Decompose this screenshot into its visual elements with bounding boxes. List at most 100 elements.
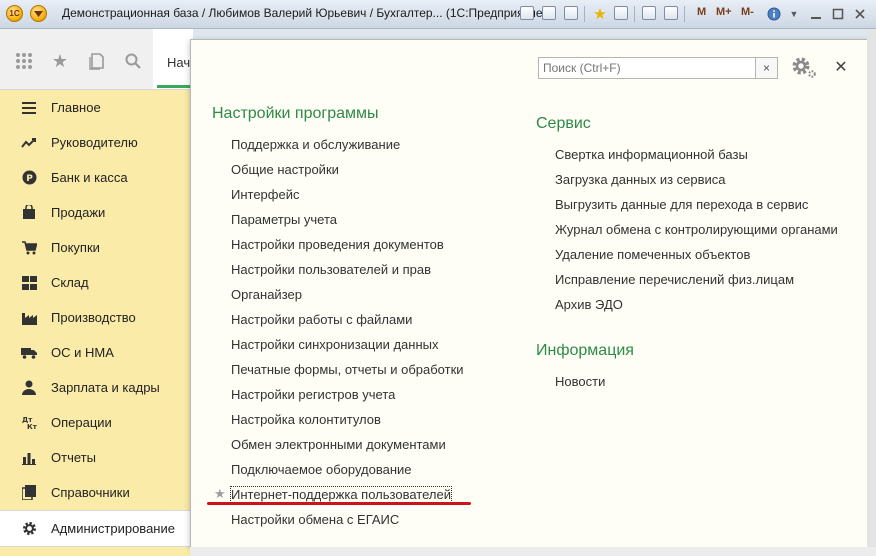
- books-icon: [21, 485, 37, 501]
- link-delete-marked[interactable]: Удаление помеченных объектов: [555, 247, 750, 262]
- section-title-info: Информация: [536, 342, 634, 359]
- sidebar-item-reports[interactable]: Отчеты: [0, 440, 190, 475]
- close-panel-icon[interactable]: ✕: [831, 57, 851, 77]
- sidebar-item-operations[interactable]: Дт Кт Операции: [0, 405, 190, 440]
- link-interface[interactable]: Интерфейс: [231, 187, 299, 202]
- link-news[interactable]: Новости: [555, 374, 605, 389]
- window-edge: [867, 29, 876, 549]
- sidebar-item-warehouse[interactable]: Склад: [0, 265, 190, 300]
- sidebar-item-label: Отчеты: [51, 450, 96, 465]
- link-sync-settings[interactable]: Настройки синхронизации данных: [231, 337, 439, 352]
- maximize-icon[interactable]: [830, 5, 846, 22]
- preview-icon[interactable]: [564, 6, 578, 20]
- cart-icon: [21, 240, 37, 256]
- memory-button[interactable]: M: [697, 6, 706, 18]
- link-egais-exchange[interactable]: Настройки обмена с ЕГАИС: [231, 512, 399, 527]
- shopping-bag-icon: [21, 205, 37, 221]
- memory-plus-button[interactable]: M+: [716, 6, 732, 18]
- search-icon[interactable]: [123, 51, 143, 71]
- link-posting-settings[interactable]: Настройки проведения документов: [231, 237, 444, 252]
- window-bottom-edge: [190, 547, 876, 556]
- window-title: Демонстрационная база / Любимов Валерий …: [62, 6, 547, 20]
- sidebar-item-label: Руководителю: [51, 135, 138, 150]
- favorites-star-icon[interactable]: ★: [50, 51, 70, 71]
- link-header-footer[interactable]: Настройка колонтитулов: [231, 412, 381, 427]
- history-icon[interactable]: [87, 51, 107, 71]
- svg-text:P: P: [26, 174, 33, 184]
- link-edi-exchange[interactable]: Обмен электронными документами: [231, 437, 446, 452]
- highlight-underline: [207, 502, 471, 505]
- link-equipment[interactable]: Подключаемое оборудование: [231, 462, 412, 477]
- sidebar-item-label: Зарплата и кадры: [51, 380, 160, 395]
- section-title-program-settings: Настройки программы: [212, 105, 379, 122]
- calculator-icon[interactable]: [642, 6, 656, 20]
- search-input[interactable]: [538, 57, 756, 79]
- history-icon[interactable]: [614, 6, 628, 20]
- link-register-settings[interactable]: Настройки регистров учета: [231, 387, 395, 402]
- sidebar-item-manager[interactable]: Руководителю: [0, 125, 190, 160]
- sidebar-item-bank[interactable]: P Банк и касса: [0, 160, 190, 195]
- print-icon[interactable]: [542, 6, 556, 20]
- calendar-icon[interactable]: [664, 6, 678, 20]
- window-title-bar: 1С Демонстрационная база / Любимов Валер…: [0, 0, 876, 29]
- sidebar-item-salary[interactable]: Зарплата и кадры: [0, 370, 190, 405]
- link-accounting-params[interactable]: Параметры учета: [231, 212, 337, 227]
- sidebar-item-label: Справочники: [51, 485, 130, 500]
- navigation-toolbar: ★: [0, 29, 153, 90]
- link-general-settings[interactable]: Общие настройки: [231, 162, 339, 177]
- person-icon: [21, 380, 37, 396]
- sidebar-item-administration[interactable]: Администрирование: [0, 510, 190, 547]
- info-icon[interactable]: [766, 5, 782, 22]
- toolbar-separator: [684, 6, 685, 22]
- gear-icon: [21, 521, 37, 537]
- sidebar-item-label: ОС и НМА: [51, 345, 114, 360]
- apps-grid-icon[interactable]: [14, 51, 34, 71]
- sidebar-item-label: Операции: [51, 415, 112, 430]
- sidebar-item-purchases[interactable]: Покупки: [0, 230, 190, 265]
- favorite-star-icon[interactable]: ★: [214, 486, 226, 502]
- section-title-service: Сервис: [536, 115, 591, 132]
- sidebar-item-label: Продажи: [51, 205, 106, 220]
- link-db-rollup[interactable]: Свертка информационной базы: [555, 147, 748, 162]
- link-edo-archive[interactable]: Архив ЭДО: [555, 297, 623, 312]
- link-fix-transfers[interactable]: Исправление перечислений физ.лицам: [555, 272, 794, 287]
- menu-lines-icon: [21, 100, 37, 116]
- link-regulator-log[interactable]: Журнал обмена с контролирующими органами: [555, 222, 838, 237]
- search-clear-icon[interactable]: ×: [756, 57, 778, 79]
- link-export-for-service[interactable]: Выгрузить данные для перехода в сервис: [555, 197, 808, 212]
- settings-gear-icon[interactable]: [791, 56, 817, 80]
- sidebar-item-label: Склад: [51, 275, 89, 290]
- link-print-forms[interactable]: Печатные формы, отчеты и обработки: [231, 362, 464, 377]
- sidebar-item-fixed-assets[interactable]: ОС и НМА: [0, 335, 190, 370]
- sidebar-item-label: Главное: [51, 100, 101, 115]
- favorites-star-icon[interactable]: ★: [592, 5, 608, 23]
- memory-minus-button[interactable]: M-: [741, 6, 754, 18]
- factory-icon: [21, 310, 37, 326]
- close-window-icon[interactable]: [852, 5, 868, 22]
- link-support-maintenance[interactable]: Поддержка и обслуживание: [231, 137, 400, 152]
- link-internet-support[interactable]: Интернет-поддержка пользователей: [230, 486, 452, 503]
- dropdown-arrow-icon[interactable]: ▼: [786, 5, 802, 22]
- sidebar-item-label: Администрирование: [51, 521, 175, 536]
- sidebar-item-main[interactable]: Главное: [0, 90, 190, 125]
- ruble-coin-icon: P: [21, 170, 37, 186]
- sidebar-item-label: Покупки: [51, 240, 100, 255]
- link-file-settings[interactable]: Настройки работы с файлами: [231, 312, 412, 327]
- tab-start-page[interactable]: Нач: [167, 55, 190, 70]
- link-load-from-service[interactable]: Загрузка данных из сервиса: [555, 172, 726, 187]
- sidebar-item-catalogs[interactable]: Справочники: [0, 475, 190, 510]
- toolbar-separator: [634, 6, 635, 22]
- save-icon[interactable]: [520, 6, 534, 20]
- sidebar-item-sales[interactable]: Продажи: [0, 195, 190, 230]
- sidebar-item-label: Банк и касса: [51, 170, 128, 185]
- sidebar-item-production[interactable]: Производство: [0, 300, 190, 335]
- toolbar-separator: [584, 6, 585, 22]
- open-tabs-strip: Нач: [153, 29, 193, 90]
- link-users-rights[interactable]: Настройки пользователей и прав: [231, 262, 431, 277]
- app-logo-icon[interactable]: 1С: [6, 5, 23, 22]
- truck-icon: [21, 345, 37, 361]
- link-organizer[interactable]: Органайзер: [231, 287, 302, 302]
- minimize-icon[interactable]: [808, 5, 824, 22]
- active-tab-indicator: [157, 85, 193, 88]
- main-menu-icon[interactable]: [30, 5, 47, 22]
